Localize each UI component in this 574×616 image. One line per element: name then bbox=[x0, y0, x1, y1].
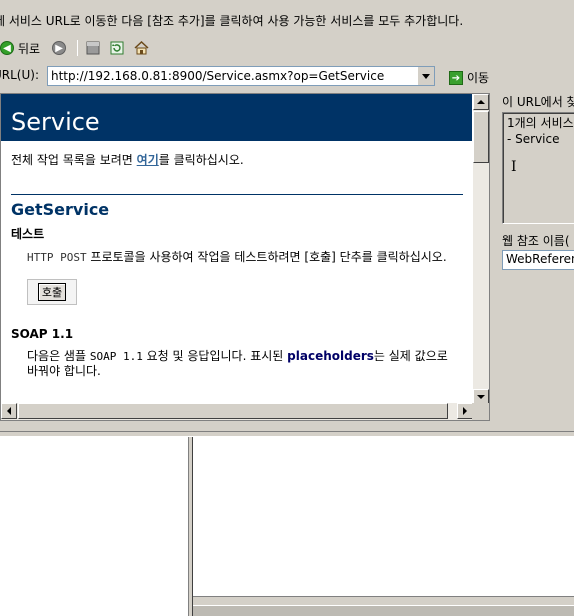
horizontal-scrollbar[interactable] bbox=[1, 403, 473, 420]
browser-content: Service 전체 작업 목록을 보려면 여기를 클릭하십시오. GetSer… bbox=[1, 94, 473, 405]
test-description: HTTP POST 프로토콜을 사용하여 작업을 테스트하려면 [호출] 단추를… bbox=[1, 242, 473, 265]
intro-after: 를 클릭하십시오. bbox=[158, 153, 244, 167]
soap-desc-bold: placeholders bbox=[287, 349, 374, 363]
scroll-right-button[interactable] bbox=[457, 403, 473, 419]
arrow-left-icon bbox=[7, 407, 11, 415]
soap-heading: SOAP 1.1 bbox=[11, 327, 74, 341]
soap-description: 다음은 샘플 SOAP 1.1 요청 및 응답입니다. 표시된 placehol… bbox=[1, 341, 473, 379]
horizontal-scroll-thumb[interactable] bbox=[18, 403, 448, 419]
vertical-scroll-thumb[interactable] bbox=[473, 111, 489, 163]
scroll-left-button[interactable] bbox=[1, 403, 17, 419]
text-cursor-icon: I bbox=[511, 159, 517, 175]
test-protocol: HTTP POST bbox=[27, 251, 87, 264]
web-reference-name-label: 웹 참조 이름( bbox=[502, 234, 570, 248]
soap-desc-before: 다음은 샘플 bbox=[27, 349, 90, 363]
url-input[interactable] bbox=[48, 67, 417, 85]
arrow-up-icon bbox=[477, 100, 485, 104]
services-list[interactable]: 1개의 서비스 - Service I bbox=[502, 112, 574, 224]
back-button[interactable]: ◀ 뒤로 bbox=[0, 38, 44, 58]
intro-before: 전체 작업 목록을 보려면 bbox=[11, 153, 137, 167]
soap-desc-code: SOAP 1.1 bbox=[89, 350, 143, 363]
services-count: 1개의 서비스 bbox=[507, 116, 574, 130]
invoke-form: 호출 bbox=[27, 279, 77, 305]
url-dropdown-button[interactable] bbox=[417, 67, 434, 85]
go-button[interactable]: ➔ 이동 bbox=[449, 69, 489, 86]
test-heading: 테스트 bbox=[11, 227, 45, 241]
stop-icon[interactable] bbox=[85, 40, 101, 56]
go-label: 이동 bbox=[467, 71, 490, 85]
left-bottom-pane bbox=[0, 437, 188, 616]
go-arrow-icon: ➔ bbox=[449, 70, 463, 85]
right-bottom-pane bbox=[193, 437, 574, 616]
soap-desc-mid: 요청 및 응답입니다. 표시된 bbox=[142, 349, 288, 363]
url-combobox[interactable] bbox=[47, 66, 435, 86]
arrow-right-icon bbox=[463, 407, 467, 415]
back-icon: ◀ bbox=[0, 41, 14, 55]
url-label: URL(U): bbox=[0, 68, 39, 82]
intro-text: 전체 작업 목록을 보려면 여기를 클릭하십시오. bbox=[1, 141, 473, 168]
invoke-button[interactable]: 호출 bbox=[37, 283, 67, 301]
service-title: Service bbox=[1, 94, 473, 141]
back-label: 뒤로 bbox=[18, 41, 41, 56]
web-reference-name-input[interactable]: WebReference bbox=[502, 250, 574, 270]
forward-icon: ▶ bbox=[52, 41, 67, 55]
refresh-icon[interactable] bbox=[109, 40, 125, 56]
vertical-scrollbar[interactable] bbox=[472, 94, 489, 405]
services-found-label: 이 URL에서 찾 bbox=[502, 95, 574, 109]
toolbar-separator bbox=[77, 40, 79, 56]
arrow-down-icon bbox=[477, 395, 485, 399]
test-desc-text: 프로토콜을 사용하여 작업을 테스트하려면 [호출] 단추를 클릭하십시오. bbox=[86, 250, 447, 264]
service-browser-pane: Service 전체 작업 목록을 보려면 여기를 클릭하십시오. GetSer… bbox=[0, 93, 490, 421]
scroll-corner bbox=[472, 403, 489, 420]
operation-title: GetService bbox=[11, 200, 110, 219]
instruction-text: 에 서비스 URL로 이동한 다음 [참조 추가]를 클릭하여 사용 가능한 서… bbox=[0, 14, 464, 28]
scroll-up-button[interactable] bbox=[473, 94, 489, 110]
operations-link[interactable]: 여기 bbox=[137, 153, 159, 167]
browser-toolbar: ◀ 뒤로 ▶ bbox=[0, 37, 157, 59]
bottom-bar bbox=[193, 596, 574, 616]
home-icon[interactable] bbox=[133, 40, 149, 56]
service-item[interactable]: - Service bbox=[507, 131, 574, 147]
forward-button[interactable]: ▶ bbox=[52, 38, 70, 58]
